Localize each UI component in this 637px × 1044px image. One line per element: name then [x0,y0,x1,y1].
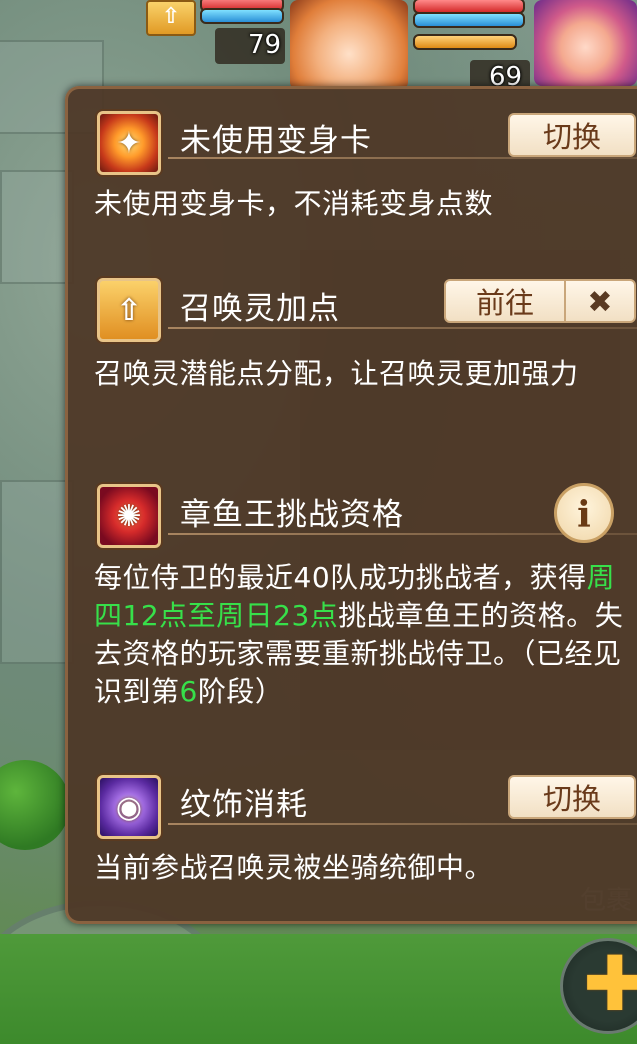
arrow-up-icon: ⇧ [161,4,181,29]
section-title: 章鱼王挑战资格 [180,497,404,533]
octopus-king-icon: ✺ [97,484,161,548]
bush [0,760,70,850]
switch-button[interactable]: 切换 [508,113,636,157]
player-avatar[interactable] [534,0,637,86]
divider [168,327,637,329]
info-icon[interactable]: i [554,483,614,543]
stone-tile [0,170,74,284]
transform-card-icon: ✦ [97,111,161,175]
switch-button[interactable]: 切换 [508,775,636,819]
section-title: 纹饰消耗 [180,787,308,823]
pattern-rune-icon: ◉ [97,775,161,839]
desc-text: 每位侍卫的最近40队成功挑战者，获得 [94,561,587,594]
divider [168,823,637,825]
mp-bar [200,8,284,24]
pet-upgrade-button[interactable]: ⇧ [146,0,196,36]
go-button[interactable]: 前往 [444,279,566,323]
mp-bar [413,12,525,28]
section-desc: 当前参战召唤灵被坐骑统御中。 [94,851,494,884]
section-desc: 每位侍卫的最近40队成功挑战者，获得周四12点至周日23点挑战章鱼王的资格。失去… [94,559,630,711]
arrow-up-icon: ⇧ [97,278,161,342]
section-title: 未使用变身卡 [180,123,372,159]
close-icon[interactable]: ✖ [564,279,636,323]
exp-bar [413,34,517,50]
desc-text: 阶段） [197,675,284,708]
pet-avatar[interactable] [290,0,408,90]
stage-number: 6 [179,675,198,708]
stone-pillar [0,480,74,664]
top-hud: ⇧ 79 69 [0,0,637,95]
section-title: 召唤灵加点 [180,291,340,327]
pet-level: 79 [248,30,282,60]
section-desc: 未使用变身卡，不消耗变身点数 [94,187,494,220]
grass-ground [0,934,637,1044]
plus-icon: ✚ [583,939,637,1028]
status-info-panel: ✦ 未使用变身卡 切换 未使用变身卡，不消耗变身点数 ⇧ 召唤灵加点 前往 ✖ … [65,86,637,924]
section-desc: 召唤灵潜能点分配，让召唤灵更加强力 [94,357,579,390]
